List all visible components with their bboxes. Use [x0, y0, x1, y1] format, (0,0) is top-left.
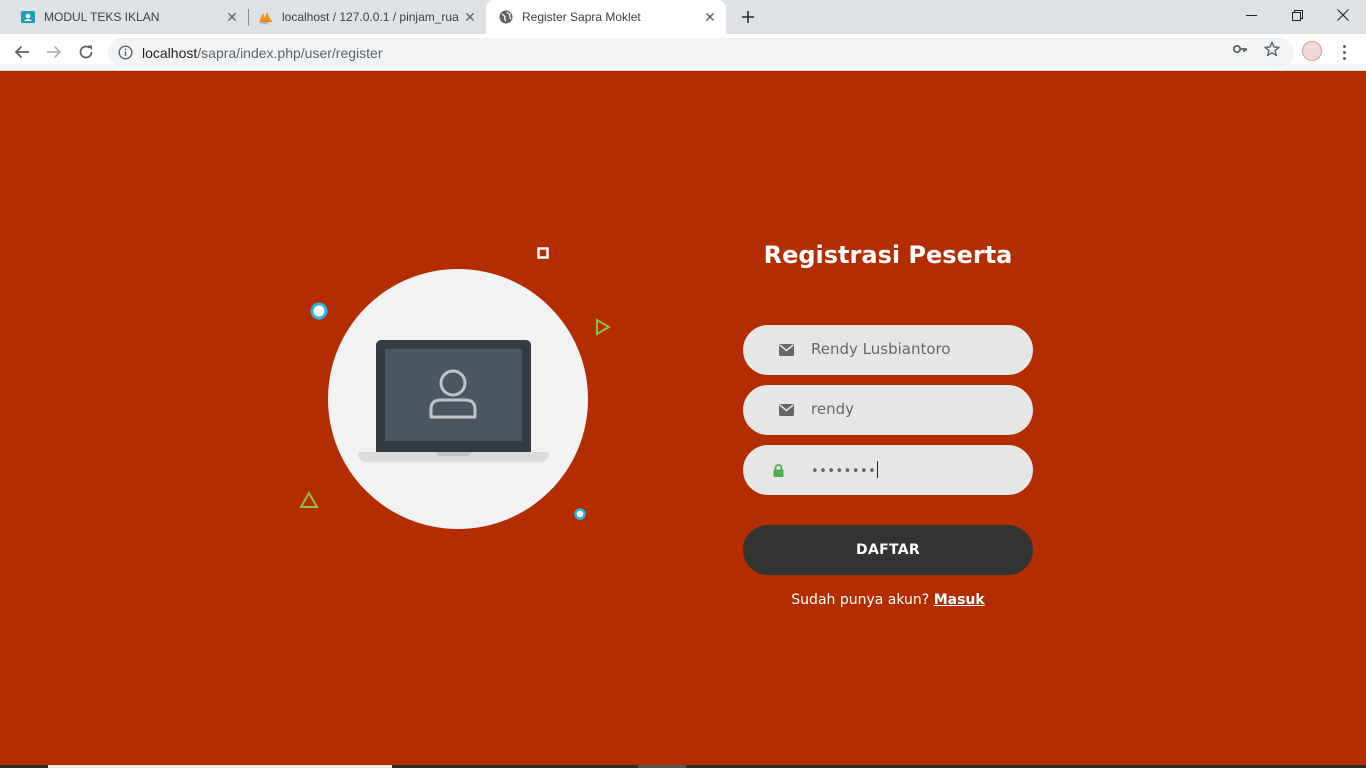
text-caret: [877, 461, 879, 478]
browser-toolbar: localhost/sapra/index.php/user/register: [0, 34, 1366, 71]
name-value: Rendy Lusbiantoro: [811, 340, 951, 358]
url-host: localhost: [142, 45, 198, 61]
profile-avatar[interactable]: [1302, 41, 1322, 61]
reload-icon: [79, 45, 93, 59]
reload-button[interactable]: [73, 39, 99, 65]
browser-menu-button[interactable]: [1336, 41, 1352, 63]
classroom-icon: [20, 9, 36, 25]
tab-title: Register Sapra Moklet: [522, 10, 641, 24]
circle-deco-icon: [310, 302, 328, 320]
tab-phpmyadmin[interactable]: PMA localhost / 127.0.0.1 / pinjam_rua ✕: [238, 0, 486, 34]
back-button[interactable]: [9, 39, 35, 65]
tab-close-icon[interactable]: ✕: [702, 9, 718, 25]
address-url: localhost/sapra/index.php/user/register: [142, 45, 382, 61]
login-prompt: Sudah punya akun? Masuk: [743, 592, 1033, 608]
restore-button[interactable]: [1274, 0, 1320, 30]
tab-register-sapra[interactable]: Register Sapra Moklet ✕: [486, 0, 726, 34]
envelope-icon: [778, 342, 794, 358]
login-link[interactable]: Masuk: [934, 592, 985, 608]
close-window-button[interactable]: [1320, 0, 1366, 30]
tab-strip: MODUL TEKS IKLAN ✕ PMA localhost / 127.0…: [0, 0, 1366, 34]
forward-button[interactable]: [41, 39, 67, 65]
arrow-left-icon: [14, 45, 29, 59]
username-field[interactable]: rendy: [743, 385, 1033, 435]
daftar-button[interactable]: DAFTAR: [743, 525, 1033, 575]
triangle-right-deco-icon: [596, 318, 611, 336]
minimize-button[interactable]: [1228, 0, 1274, 30]
svg-text:PMA: PMA: [260, 21, 269, 26]
dot-deco-icon: [574, 508, 586, 520]
tab-title: localhost / 127.0.0.1 / pinjam_rua: [282, 10, 459, 24]
envelope-icon: [778, 402, 794, 418]
globe-icon: [498, 9, 514, 25]
password-mask: ••••••••: [811, 464, 877, 479]
bookmark-star-icon[interactable]: [1263, 40, 1281, 58]
restore-icon: [1291, 9, 1303, 21]
lock-icon: [770, 462, 786, 478]
new-tab-button[interactable]: [736, 5, 760, 29]
tab-close-icon[interactable]: ✕: [462, 9, 478, 25]
arrow-right-icon: [47, 45, 62, 59]
close-icon: [1337, 9, 1349, 21]
url-path: /sapra/index.php/user/register: [197, 45, 383, 61]
laptop-notch: [436, 452, 471, 456]
username-value: rendy: [811, 400, 854, 418]
plus-icon: [742, 11, 754, 23]
tab-title: MODUL TEKS IKLAN: [44, 10, 160, 24]
login-prompt-text: Sudah punya akun?: [791, 592, 930, 608]
square-deco-icon: [537, 247, 549, 259]
phpmyadmin-icon: PMA: [258, 9, 274, 25]
tab-modul-teks-iklan[interactable]: MODUL TEKS IKLAN ✕: [0, 0, 248, 34]
user-icon: [429, 369, 477, 419]
address-bar[interactable]: localhost/sapra/index.php/user/register: [108, 38, 1294, 67]
register-page: Registrasi Peserta Rendy Lusbiantoro ren…: [0, 71, 1366, 768]
info-icon[interactable]: [118, 45, 133, 60]
password-field[interactable]: ••••••••: [743, 445, 1033, 495]
minimize-icon: [1245, 14, 1257, 16]
triangle-up-deco-icon: [299, 491, 319, 508]
form-title: Registrasi Peserta: [763, 241, 1013, 269]
password-value: ••••••••: [811, 461, 879, 479]
name-field[interactable]: Rendy Lusbiantoro: [743, 325, 1033, 375]
password-key-icon[interactable]: [1231, 40, 1249, 58]
